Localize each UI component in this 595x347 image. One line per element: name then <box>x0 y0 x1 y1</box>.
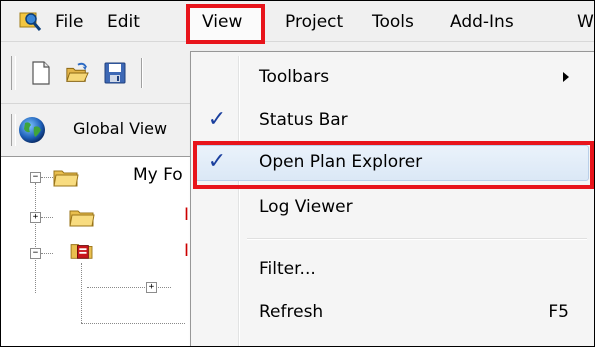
menu-tools[interactable]: Tools <box>372 10 414 34</box>
menu-separator <box>247 238 587 240</box>
checkmark-icon: ✓ <box>207 107 227 132</box>
application-window: File Edit View Project Tools Add-Ins W G… <box>0 0 595 347</box>
toolbar-grip[interactable] <box>11 56 16 90</box>
menu-window[interactable]: W <box>577 10 594 34</box>
menu-item-label: Log Viewer <box>259 197 353 217</box>
menu-item-toolbars[interactable]: Toolbars <box>191 57 591 97</box>
tree-guide-line <box>87 287 171 288</box>
menu-add-ins[interactable]: Add-Ins <box>450 10 514 34</box>
plan-explorer-tree: − My Fo + I − I + <box>1 156 201 346</box>
app-search-icon[interactable] <box>19 10 43 32</box>
menu-item-label: Refresh <box>259 302 324 322</box>
menu-item-log-viewer[interactable]: Log Viewer <box>191 187 591 227</box>
tree-guide-line <box>41 217 53 218</box>
global-view-bar: Global View <box>1 103 201 156</box>
shortcut-label: F5 <box>548 302 569 322</box>
expand-toggle[interactable]: + <box>146 282 157 293</box>
tree-child-label-cut[interactable]: I <box>184 205 189 225</box>
collapse-toggle[interactable]: − <box>30 248 41 259</box>
tree-guide-line <box>81 263 82 323</box>
collapse-toggle[interactable]: − <box>30 172 41 183</box>
menu-item-refresh[interactable]: Refresh F5 <box>191 292 591 332</box>
menu-item-label: Filter... <box>259 259 316 279</box>
plan-folder-icon <box>70 244 93 259</box>
menu-edit[interactable]: Edit <box>107 10 140 34</box>
menu-item-filter[interactable]: Filter... <box>191 249 591 289</box>
save-icon[interactable] <box>103 60 127 86</box>
standard-toolbar <box>1 42 201 102</box>
folder-icon <box>69 210 95 227</box>
view-menu-dropdown: Toolbars ✓ Status Bar ✓ Open Plan Explor… <box>190 51 594 346</box>
menu-item-status-bar[interactable]: ✓ Status Bar <box>191 100 591 140</box>
global-view-label[interactable]: Global View <box>73 119 167 138</box>
menu-item-label: Toolbars <box>259 67 330 87</box>
tree-child-label-cut[interactable]: I <box>184 241 189 261</box>
global-view-grip[interactable] <box>11 114 16 146</box>
menu-file[interactable]: File <box>55 10 83 34</box>
tree-guide-line <box>35 183 36 293</box>
open-folder-icon[interactable] <box>65 60 89 86</box>
tree-guide-line <box>41 253 53 254</box>
tree-guide-line <box>41 177 53 178</box>
toolbar-separator <box>141 58 143 88</box>
tree-root-label[interactable]: My Fo <box>133 165 183 185</box>
new-document-icon[interactable] <box>29 60 53 86</box>
open-plan-explorer-annotation-box <box>193 141 594 189</box>
submenu-arrow-icon <box>563 72 569 82</box>
tree-guide-line <box>81 323 185 324</box>
view-menu-annotation-box <box>186 4 265 44</box>
menu-project[interactable]: Project <box>285 10 343 34</box>
folder-icon <box>53 170 79 187</box>
menu-bar: File Edit View Project Tools Add-Ins W <box>1 1 594 42</box>
expand-toggle[interactable]: + <box>30 212 41 223</box>
globe-icon[interactable] <box>17 115 47 145</box>
menu-item-label: Status Bar <box>259 110 348 130</box>
